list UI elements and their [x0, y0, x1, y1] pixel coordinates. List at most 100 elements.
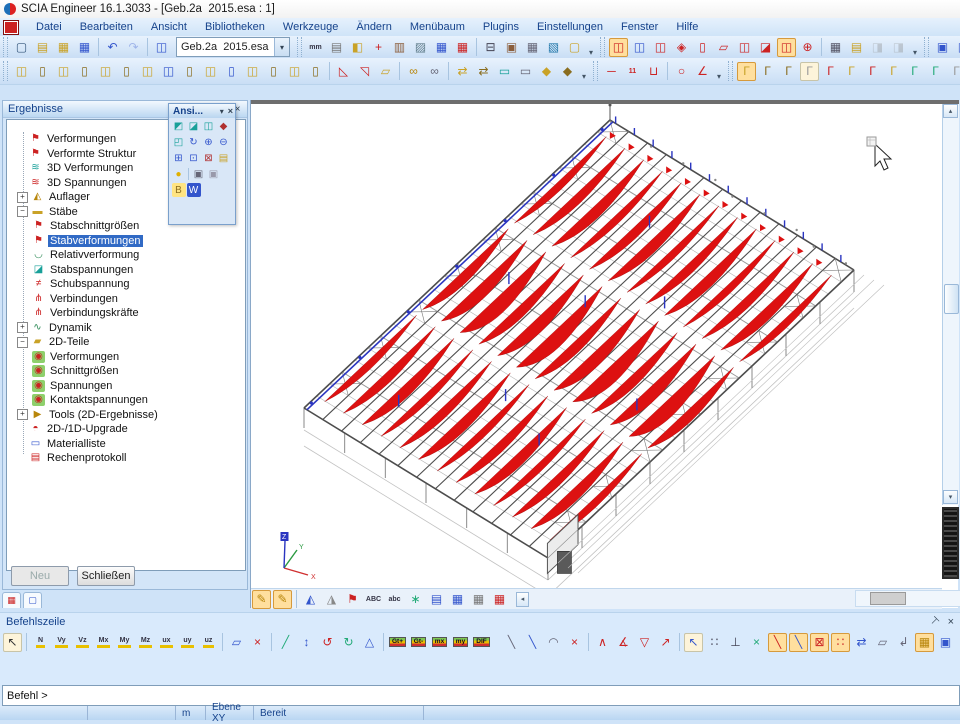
tree-item-label[interactable]: Stabverformungen — [48, 235, 143, 247]
tree-item-label[interactable]: Verformungen — [48, 351, 121, 363]
fast-draw-icon[interactable]: ✎ — [252, 590, 271, 609]
plate-icon[interactable]: ▯ — [222, 62, 241, 81]
section-green-2-icon[interactable]: Γ — [926, 62, 945, 81]
new-project-icon[interactable]: ▢ — [12, 38, 31, 57]
snap-endpoint-icon[interactable]: ∧ — [593, 633, 612, 652]
palette-close-icon[interactable]: × — [228, 106, 233, 116]
section-profile-icon[interactable]: Γ — [737, 62, 756, 81]
cancel-mode-icon[interactable]: × — [565, 633, 584, 652]
grid-member-icon[interactable]: ▯ — [180, 62, 199, 81]
clipboard-b-icon[interactable]: B — [172, 183, 186, 197]
tree-item-label[interactable]: Schnittgrößen — [48, 365, 120, 377]
undo-icon[interactable]: ↶ — [103, 38, 122, 57]
tree-item[interactable]: ◉Spannungen — [7, 379, 245, 394]
result-delete-icon[interactable]: × — [248, 633, 267, 652]
tree-item-label[interactable]: Verbindungen — [48, 293, 120, 305]
table-composer-icon[interactable]: ▦ — [453, 38, 472, 57]
calculator-icon[interactable]: ▦ — [523, 38, 542, 57]
engineering-report-icon[interactable]: ▧ — [544, 38, 563, 57]
surface-chart-icon[interactable]: ◮ — [322, 590, 341, 609]
view-custom-icon[interactable]: ◰ — [172, 135, 186, 149]
menu-item-bibliotheken[interactable]: Bibliotheken — [196, 19, 274, 35]
table-view-2-icon[interactable]: ▦ — [469, 590, 488, 609]
view-x-icon[interactable]: ◩ — [172, 119, 186, 133]
wireframe-icon[interactable]: ▣ — [192, 167, 206, 181]
tree-item-label[interactable]: Kontaktspannungen — [48, 394, 150, 406]
window-w-icon[interactable]: W — [187, 183, 201, 197]
dot-grid-icon[interactable]: ∷ — [705, 633, 724, 652]
frame-icon[interactable]: ◫ — [159, 62, 178, 81]
menu-item-hilfe[interactable]: Hilfe — [667, 19, 707, 35]
tree-item-label[interactable]: Verbindungskräfte — [48, 307, 141, 319]
column-icon[interactable]: ▯ — [33, 62, 52, 81]
labels-values-icon[interactable]: abc — [385, 590, 404, 609]
menu-item-men-baum[interactable]: Menübaum — [401, 19, 474, 35]
toolbar-handle[interactable] — [924, 37, 929, 57]
gallery-icon[interactable]: ▨ — [411, 38, 430, 57]
toolbar-handle[interactable] — [3, 37, 8, 57]
palette-menu-icon[interactable]: ▾ — [220, 107, 224, 116]
view-z-icon[interactable]: ◫ — [202, 119, 216, 133]
menu-item--ndern[interactable]: Ändern — [347, 19, 400, 35]
result-my-icon[interactable]: My — [115, 633, 134, 652]
zoom-out-icon[interactable]: ⊖ — [217, 135, 231, 149]
stress-results-icon[interactable]: ▯ — [693, 38, 712, 57]
open-project-icon[interactable]: ▤ — [33, 38, 52, 57]
scia-menu-icon[interactable] — [3, 20, 19, 35]
result-ux-icon[interactable]: ux — [157, 633, 176, 652]
result-mz-icon[interactable]: Mz — [136, 633, 155, 652]
expand-plus-icon[interactable]: + — [17, 322, 28, 333]
model-3d-view[interactable]: XYZ — [251, 104, 942, 588]
pin-icon[interactable]: ⊤ — [926, 614, 941, 629]
connection-results-icon[interactable]: ◫ — [735, 38, 754, 57]
tab-layers[interactable]: ▢ — [23, 592, 42, 608]
load-group-icon[interactable]: ⇄ — [474, 62, 493, 81]
snap-edge-active-icon[interactable]: ╲ — [789, 633, 808, 652]
result-phi-icon[interactable]: ↕ — [297, 633, 316, 652]
activities-icon[interactable]: ◧ — [348, 38, 367, 57]
result-uy-icon[interactable]: uy — [178, 633, 197, 652]
tree-item[interactable]: ▭Materialliste — [7, 437, 245, 452]
section-table-icon[interactable]: Γ — [842, 62, 861, 81]
snap-angle-icon[interactable]: ∡ — [614, 633, 633, 652]
tree-item-label[interactable]: Stabspannungen — [48, 264, 135, 276]
expand-plus-icon[interactable]: + — [17, 192, 28, 203]
menu-item-bearbeiten[interactable]: Bearbeiten — [71, 19, 142, 35]
clear-results-icon[interactable]: ◪ — [756, 38, 775, 57]
hide-selection-icon[interactable]: ◺ — [334, 62, 353, 81]
tree-item[interactable]: ◉Schnittgrößen — [7, 364, 245, 379]
section-export-icon[interactable]: Γ — [884, 62, 903, 81]
angle-icon[interactable]: ∠ — [693, 62, 712, 81]
menu-item-plugins[interactable]: Plugins — [474, 19, 528, 35]
print-active-icon[interactable]: ▤ — [217, 151, 231, 165]
toolbar-handle[interactable] — [3, 61, 8, 81]
shrink-members-icon[interactable]: ∗ — [406, 590, 425, 609]
table-results-icon[interactable]: ▦ — [432, 38, 451, 57]
result-values-icon[interactable]: 11 — [623, 62, 642, 81]
tree-item-label[interactable]: Spannungen — [48, 380, 114, 392]
new-button[interactable]: Neu — [11, 566, 69, 586]
tree-item[interactable]: ◉Kontaktspannungen — [7, 393, 245, 408]
vertical-scrollbar[interactable]: ▴ ▾ — [942, 104, 959, 505]
result-phiz-icon[interactable]: ↻ — [339, 633, 358, 652]
tree-item-label[interactable]: 2D-/1D-Upgrade — [45, 423, 130, 435]
tree-item[interactable]: ≠Schubspannung — [7, 277, 245, 292]
menu-item-datei[interactable]: Datei — [27, 19, 71, 35]
show-selection-icon[interactable]: ◹ — [355, 62, 374, 81]
toolbar-handle[interactable] — [297, 37, 302, 57]
tree-item-label[interactable]: 2D-Teile — [47, 336, 91, 348]
menu-item-ansicht[interactable]: Ansicht — [142, 19, 196, 35]
tree-item[interactable]: ▤Rechenprotokoll — [7, 451, 245, 466]
snap-return-icon[interactable]: ↲ — [894, 633, 913, 652]
tree-item[interactable]: ⚑Stabverformungen — [7, 234, 245, 249]
dropdown-arrow-icon[interactable]: ▾ — [274, 38, 289, 56]
bracing-icon[interactable]: ◫ — [201, 62, 220, 81]
nodes-off-icon[interactable]: ∞ — [425, 62, 444, 81]
tree-item-label[interactable]: Schubspannung — [48, 278, 132, 290]
tree-item-label[interactable]: Tools (2D-Ergebnisse) — [47, 409, 160, 421]
tree-item[interactable]: ◡Relativverformung — [7, 248, 245, 263]
deformation-results-icon[interactable]: ▱ — [714, 38, 733, 57]
mass-group-icon[interactable]: ◆ — [558, 62, 577, 81]
snap-intersect-active-icon[interactable]: ⊠ — [810, 633, 829, 652]
line-grid-icon[interactable]: ⊥ — [726, 633, 745, 652]
